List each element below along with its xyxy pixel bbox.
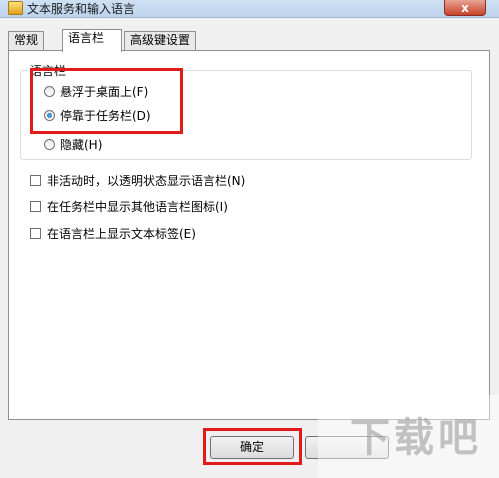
watermark-logo: 下载吧: [350, 415, 482, 461]
checkbox[interactable]: [30, 201, 41, 212]
radio-button[interactable]: [44, 139, 55, 150]
title-bar: 文本服务和输入语言 x: [0, 0, 499, 18]
checkbox-transparent-when-inactive[interactable]: 非活动时，以透明状态显示语言栏(N): [30, 172, 245, 189]
checkbox-show-text-labels[interactable]: 在语言栏上显示文本标签(E): [30, 225, 196, 242]
radio-label: 隐藏(H): [60, 138, 103, 152]
checkbox-label: 非活动时，以透明状态显示语言栏(N): [47, 174, 246, 188]
close-button[interactable]: x: [444, 0, 486, 16]
tab-general[interactable]: 常规: [8, 31, 45, 50]
tab-advanced-key-settings[interactable]: 高级键设置: [124, 31, 197, 50]
radio-hidden[interactable]: 隐藏(H): [44, 136, 102, 153]
checkbox-label: 在语言栏上显示文本标签(E): [47, 227, 196, 241]
window-title: 文本服务和输入语言: [27, 2, 136, 16]
checkbox-label: 在任务栏中显示其他语言栏图标(I): [47, 200, 228, 214]
app-icon: [8, 1, 23, 15]
highlight-box-options: [30, 68, 183, 134]
checkbox[interactable]: [30, 175, 41, 186]
highlight-box-ok: [203, 428, 302, 465]
checkbox-show-other-icons[interactable]: 在任务栏中显示其他语言栏图标(I): [30, 198, 228, 215]
checkbox[interactable]: [30, 228, 41, 239]
tab-language-bar[interactable]: 语言栏: [62, 29, 122, 52]
